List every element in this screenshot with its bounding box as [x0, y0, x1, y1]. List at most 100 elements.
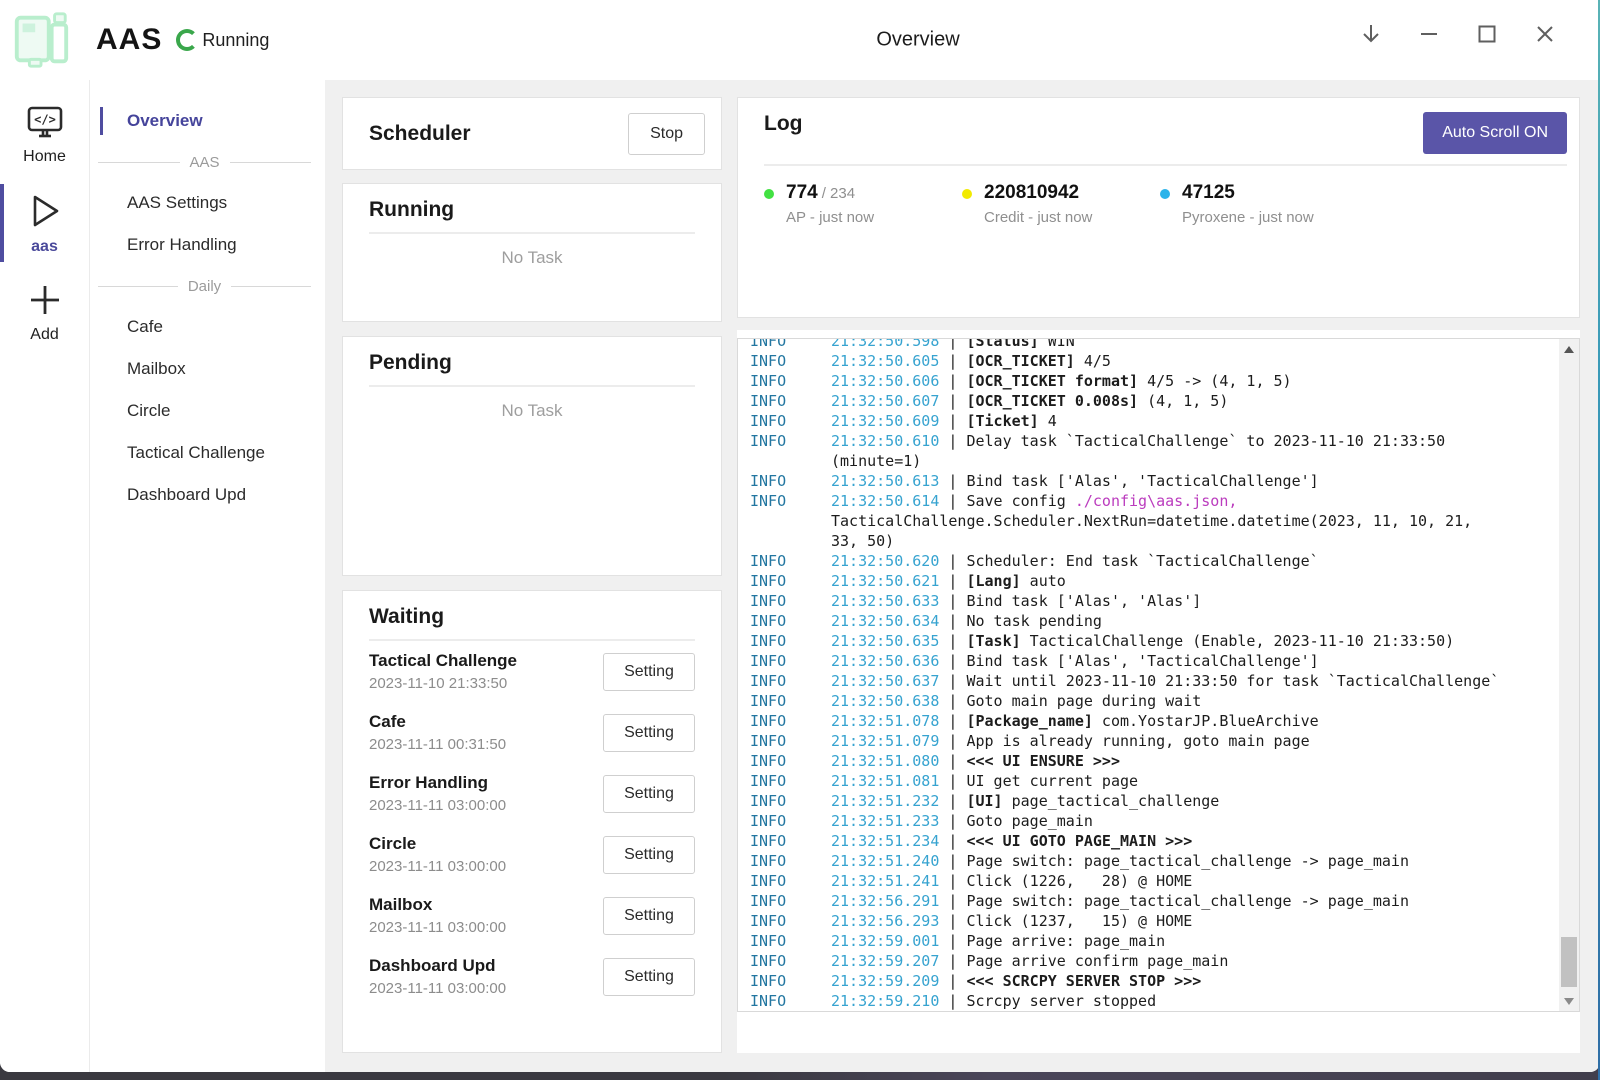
waiting-card: Waiting Tactical Challenge 2023-11-10 21…	[342, 590, 722, 1053]
running-empty-text: No Task	[369, 248, 695, 268]
rail-item-home[interactable]: </> Home	[0, 92, 89, 178]
log-row: INFO21:32:51.080 | <<< UI ENSURE >>>	[750, 751, 1559, 771]
log-message: 21:32:56.293 | Click (1237, 15) @ HOME	[831, 911, 1505, 931]
log-row: INFO21:32:51.233 | Goto page_main	[750, 811, 1559, 831]
log-row: INFO21:32:50.606 | [OCR_TICKET format] 4…	[750, 371, 1559, 391]
log-level: INFO	[750, 851, 831, 871]
task-next-run: 2023-11-11 03:00:00	[369, 858, 506, 875]
log-level: INFO	[750, 991, 831, 1011]
app-window: AAS Running Overview	[0, 0, 1600, 1072]
log-message: 21:32:50.638 | Goto main page during wai…	[831, 691, 1505, 711]
minimize-button[interactable]	[1418, 23, 1440, 45]
metric-label: AP - just now	[786, 209, 874, 226]
nav-item-circle[interactable]: Circle	[90, 390, 325, 432]
pending-card: Pending No Task	[342, 336, 722, 576]
log-row: INFO21:32:51.241 | Click (1226, 28) @ HO…	[750, 871, 1559, 891]
auto-scroll-button[interactable]: Auto Scroll ON	[1423, 112, 1567, 154]
log-row: INFO21:32:50.613 | Bind task ['Alas', 'T…	[750, 471, 1559, 491]
scroll-down-button[interactable]	[1559, 991, 1579, 1011]
nav-group-aas: AAS	[90, 142, 325, 182]
nav-item-overview[interactable]: Overview	[90, 100, 325, 142]
log-level: INFO	[750, 391, 831, 411]
log-level: INFO	[750, 911, 831, 931]
rail-item-label: Home	[23, 148, 66, 166]
waiting-task-row: Mailbox 2023-11-11 03:00:00 Setting	[369, 885, 695, 946]
log-message: 21:32:50.635 | [Task] TacticalChallenge …	[831, 631, 1505, 651]
log-message: 21:32:50.606 | [OCR_TICKET format] 4/5 -…	[831, 371, 1505, 391]
metric-dot-icon	[962, 189, 972, 199]
setting-button[interactable]: Setting	[603, 958, 695, 996]
rail-item-aas[interactable]: aas	[0, 178, 89, 268]
maximize-button[interactable]	[1476, 23, 1498, 45]
waiting-task-row: Error Handling 2023-11-11 03:00:00 Setti…	[369, 763, 695, 824]
titlebar: AAS Running Overview	[0, 0, 1600, 80]
log-message: 21:32:56.291 | Page switch: page_tactica…	[831, 891, 1505, 911]
log-level: INFO	[750, 431, 831, 471]
metric-dot-icon	[1160, 189, 1170, 199]
log-level: INFO	[750, 891, 831, 911]
running-card: Running No Task	[342, 183, 722, 322]
app-name: AAS	[96, 23, 162, 57]
nav-item-mailbox[interactable]: Mailbox	[90, 348, 325, 390]
log-message: 21:32:51.233 | Goto page_main	[831, 811, 1505, 831]
metric-label: Pyroxene - just now	[1182, 209, 1314, 226]
log-viewer[interactable]: INFO21:32:50.598 | [Status] WININFO21:32…	[737, 338, 1580, 1012]
stop-button[interactable]: Stop	[628, 113, 705, 155]
log-message: 21:32:51.241 | Click (1226, 28) @ HOME	[831, 871, 1505, 891]
scroll-up-button[interactable]	[1559, 339, 1579, 359]
log-row: INFO21:32:50.609 | [Ticket] 4	[750, 411, 1559, 431]
setting-button[interactable]: Setting	[603, 897, 695, 935]
nav-item-error-handling[interactable]: Error Handling	[90, 224, 325, 266]
log-row: INFO21:32:50.620 | Scheduler: End task `…	[750, 551, 1559, 571]
setting-button[interactable]: Setting	[603, 836, 695, 874]
log-message: 21:32:50.613 | Bind task ['Alas', 'Tacti…	[831, 471, 1505, 491]
log-title: Log	[764, 112, 802, 136]
log-row: INFO21:32:50.610 | Delay task `TacticalC…	[750, 431, 1559, 471]
icon-rail: </> Home aas Add	[0, 80, 90, 1072]
rail-item-add[interactable]: Add	[0, 268, 89, 356]
log-row: INFO21:32:50.637 | Wait until 2023-11-10…	[750, 671, 1559, 691]
log-message: 21:32:51.232 | [UI] page_tactical_challe…	[831, 791, 1505, 811]
divider	[369, 385, 695, 387]
log-level: INFO	[750, 951, 831, 971]
log-row: INFO21:32:51.232 | [UI] page_tactical_ch…	[750, 791, 1559, 811]
log-level: INFO	[750, 611, 831, 631]
log-message: 21:32:50.598 | [Status] WIN	[831, 339, 1505, 351]
task-name: Error Handling	[369, 773, 506, 793]
hide-window-button[interactable]	[1360, 23, 1382, 45]
log-row: INFO21:32:50.598 | [Status] WIN	[750, 339, 1559, 351]
task-next-run: 2023-11-11 03:00:00	[369, 797, 506, 814]
minimize-icon	[1419, 24, 1439, 44]
log-row: INFO21:32:51.081 | UI get current page	[750, 771, 1559, 791]
log-scrollbar[interactable]	[1559, 339, 1579, 1011]
task-name: Cafe	[369, 712, 506, 732]
log-level: INFO	[750, 371, 831, 391]
setting-button[interactable]: Setting	[603, 714, 695, 752]
nav-item-cafe[interactable]: Cafe	[90, 306, 325, 348]
log-row: INFO21:32:51.240 | Page switch: page_tac…	[750, 851, 1559, 871]
task-next-run: 2023-11-10 21:33:50	[369, 675, 517, 692]
log-message: 21:32:51.079 | App is already running, g…	[831, 731, 1505, 751]
nav-group-daily: Daily	[90, 266, 325, 306]
run-status: Running	[176, 29, 269, 51]
metric-pyroxene: 47125 Pyroxene - just now	[1160, 182, 1358, 226]
log-message: 21:32:51.234 | <<< UI GOTO PAGE_MAIN >>>	[831, 831, 1505, 851]
running-title: Running	[369, 198, 695, 222]
nav-item-aas-settings[interactable]: AAS Settings	[90, 182, 325, 224]
log-row: INFO21:32:50.614 | Save config ./config\…	[750, 491, 1559, 551]
log-level: INFO	[750, 351, 831, 371]
setting-button[interactable]: Setting	[603, 653, 695, 691]
log-level: INFO	[750, 931, 831, 951]
close-button[interactable]	[1534, 23, 1556, 45]
metric-suffix: / 234	[822, 185, 855, 202]
setting-button[interactable]: Setting	[603, 775, 695, 813]
nav-item-tactical-challenge[interactable]: Tactical Challenge	[90, 432, 325, 474]
log-row: INFO21:32:50.607 | [OCR_TICKET 0.008s] (…	[750, 391, 1559, 411]
nav-item-dashboard-upd[interactable]: Dashboard Upd	[90, 474, 325, 516]
log-level: INFO	[750, 971, 831, 991]
scrollbar-thumb[interactable]	[1561, 937, 1577, 987]
log-level: INFO	[750, 831, 831, 851]
task-next-run: 2023-11-11 03:00:00	[369, 919, 506, 936]
log-message: 21:32:50.633 | Bind task ['Alas', 'Alas'…	[831, 591, 1505, 611]
home-icon: </>	[26, 106, 64, 140]
